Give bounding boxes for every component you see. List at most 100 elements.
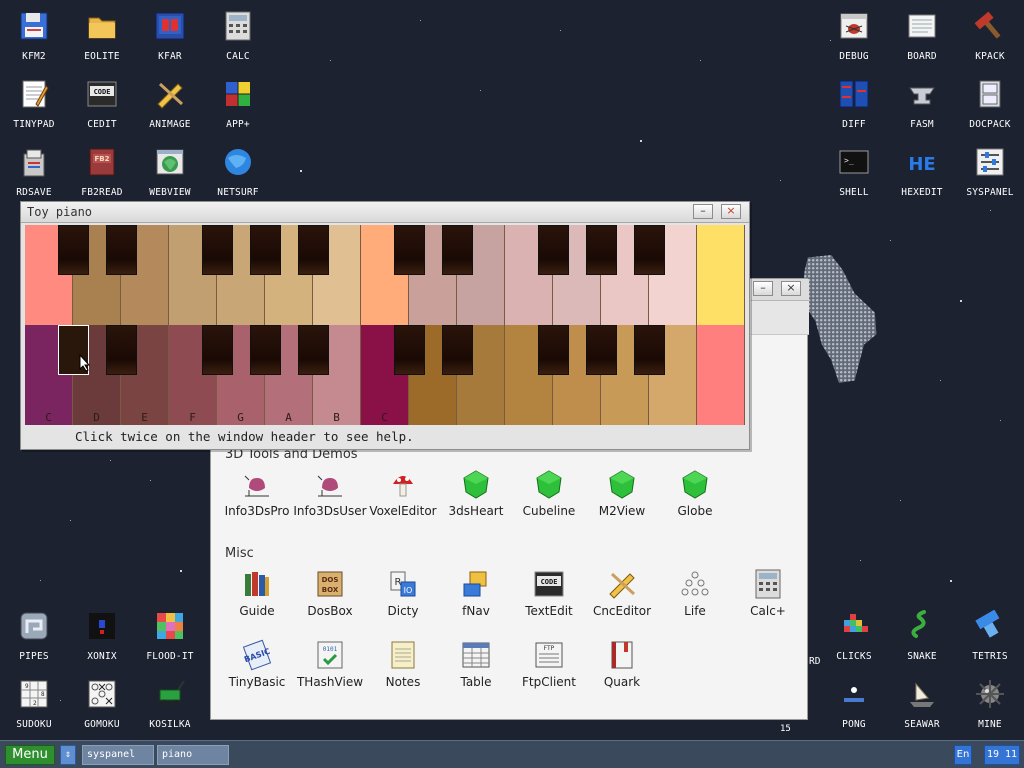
desktop-icon-netsurf[interactable]: NETSURF	[204, 140, 272, 206]
language-indicator[interactable]: En	[954, 745, 972, 765]
piano-titlebar[interactable]: Toy piano – ×	[21, 202, 749, 223]
task-piano[interactable]: piano	[157, 745, 229, 765]
app-dosbox[interactable]: DOS BOX DosBox	[293, 568, 367, 632]
app-guide[interactable]: Guide	[220, 568, 294, 632]
launcher-close-button[interactable]: ×	[781, 281, 801, 296]
app-globe[interactable]: Globe	[658, 468, 732, 532]
desktop-icon-debug[interactable]: DEBUG	[820, 4, 888, 70]
app-label: Life	[684, 604, 706, 618]
desktop-icon-label: SUDOKU	[16, 719, 52, 730]
desktop-icon-clicks[interactable]: CLICKS	[820, 604, 888, 670]
desktop-icon-kpack[interactable]: KPACK	[956, 4, 1024, 70]
lower-black-key[interactable]	[202, 325, 233, 375]
app-thashview[interactable]: 0101 THashView	[293, 639, 367, 703]
desktop-icon-app-[interactable]: APP+	[204, 72, 272, 138]
app-3dsheart[interactable]: 3dsHeart	[439, 468, 513, 532]
desktop-icon-webview[interactable]: WEBVIEW	[136, 140, 204, 206]
desktop-icon-syspanel[interactable]: SYSPANEL	[956, 140, 1024, 206]
app-fnav[interactable]: fNav	[439, 568, 513, 632]
taskbar-switch-button[interactable]: ⇕	[60, 745, 76, 765]
lower-black-key[interactable]	[442, 325, 473, 375]
desktop-icon-tinypad[interactable]: TINYPAD	[0, 72, 68, 138]
desktop-icon-kosilka[interactable]: KOSILKA	[136, 672, 204, 738]
upper-black-key[interactable]	[58, 225, 89, 275]
desktop-icon-sudoku[interactable]: 9 8 2 SUDOKU	[0, 672, 68, 738]
lower-black-key[interactable]	[106, 325, 137, 375]
lower-black-key[interactable]	[250, 325, 281, 375]
upper-black-key[interactable]	[634, 225, 665, 275]
lower-black-key[interactable]	[394, 325, 425, 375]
app-info3dsuser[interactable]: Info3DsUser	[293, 468, 367, 532]
desktop-icon-board[interactable]: BOARD	[888, 4, 956, 70]
desktop-icon-kfm2[interactable]: KFM2	[0, 4, 68, 70]
desktop-icon-flood-it[interactable]: FLOOD-IT	[136, 604, 204, 670]
desktop-icon-cedit[interactable]: CODE CEDIT	[68, 72, 136, 138]
app-tinybasic[interactable]: BASIC TinyBasic	[220, 639, 294, 703]
app-calc-[interactable]: Calc+	[731, 568, 805, 632]
launcher-minimize-button[interactable]: –	[753, 281, 773, 296]
desktop-icon-shell[interactable]: >_ SHELL	[820, 140, 888, 206]
lower-black-key[interactable]	[538, 325, 569, 375]
app-label: FtpClient	[522, 675, 576, 689]
app-quark[interactable]: Quark	[585, 639, 659, 703]
desktop-icon-calc[interactable]: CALC	[204, 4, 272, 70]
menu-button[interactable]: Menu	[5, 745, 55, 765]
upper-black-key[interactable]	[202, 225, 233, 275]
desktop-icon-seawar[interactable]: SEAWAR	[888, 672, 956, 738]
desktop-icon-fb2read[interactable]: FB2 FB2READ	[68, 140, 136, 206]
app-life[interactable]: Life	[658, 568, 732, 632]
note-label: F	[189, 411, 196, 424]
desktop-icon-docpack[interactable]: DOCPACK	[956, 72, 1024, 138]
task-syspanel[interactable]: syspanel	[82, 745, 154, 765]
desktop-icon-mine[interactable]: MINE	[956, 672, 1024, 738]
upper-black-key[interactable]	[538, 225, 569, 275]
upper-white-key[interactable]	[697, 225, 745, 325]
desktop-icon-gomoku[interactable]: GOMOKU	[68, 672, 136, 738]
upper-black-key[interactable]	[394, 225, 425, 275]
app-textedit[interactable]: CODE TextEdit	[512, 568, 586, 632]
desktop-icon-tetris[interactable]: TETRIS	[956, 604, 1024, 670]
upper-black-key[interactable]	[298, 225, 329, 275]
desktop-icon-kfar[interactable]: KFAR	[136, 4, 204, 70]
clock[interactable]: 19 11	[984, 745, 1020, 765]
app-m2view[interactable]: M2View	[585, 468, 659, 532]
globe-window-icon	[154, 146, 186, 178]
desktop-icon-animage[interactable]: ANIMAGE	[136, 72, 204, 138]
lower-black-key[interactable]	[586, 325, 617, 375]
desktop-icon-pipes[interactable]: PIPES	[0, 604, 68, 670]
app-table[interactable]: Table	[439, 639, 513, 703]
desktop-icon-xonix[interactable]: XONIX	[68, 604, 136, 670]
book-icon: FB2	[86, 146, 118, 178]
launcher-titlebar[interactable]: – ×	[751, 279, 809, 301]
desktop-icon-fasm[interactable]: FASM	[888, 72, 956, 138]
desktop-icon-diff[interactable]: DIFF	[820, 72, 888, 138]
app-ftpclient[interactable]: FTP FtpClient	[512, 639, 586, 703]
upper-black-key[interactable]	[586, 225, 617, 275]
app-info3dspro[interactable]: Info3DsPro	[220, 468, 294, 532]
app-cubeline[interactable]: Cubeline	[512, 468, 586, 532]
desktop-icon-snake[interactable]: SNAKE	[888, 604, 956, 670]
piano-minimize-button[interactable]: –	[693, 204, 713, 219]
app-dicty[interactable]: R IO Dicty	[366, 568, 440, 632]
calcplus-icon	[752, 568, 784, 600]
app-cnceditor[interactable]: CncEditor	[585, 568, 659, 632]
app-label: VoxelEditor	[369, 504, 437, 518]
floppy-icon	[18, 10, 50, 42]
lower-black-key[interactable]	[634, 325, 665, 375]
desktop-icon-pong[interactable]: PONG	[820, 672, 888, 738]
quark-icon	[606, 639, 638, 671]
upper-black-key[interactable]	[106, 225, 137, 275]
lower-black-key[interactable]	[298, 325, 329, 375]
board-icon	[906, 10, 938, 42]
app-notes[interactable]: Notes	[366, 639, 440, 703]
upper-black-key[interactable]	[250, 225, 281, 275]
desktop-icon-label: XONIX	[87, 651, 117, 662]
desktop-icon-hexedit[interactable]: HE HEXEDIT	[888, 140, 956, 206]
app-voxeleditor[interactable]: VoxelEditor	[366, 468, 440, 532]
lower-white-key[interactable]	[697, 325, 745, 425]
desktop-icon-rdsave[interactable]: RDSAVE	[0, 140, 68, 206]
svg-text:R: R	[395, 577, 402, 588]
desktop-icon-eolite[interactable]: EOLITE	[68, 4, 136, 70]
piano-close-button[interactable]: ×	[721, 204, 741, 219]
upper-black-key[interactable]	[442, 225, 473, 275]
